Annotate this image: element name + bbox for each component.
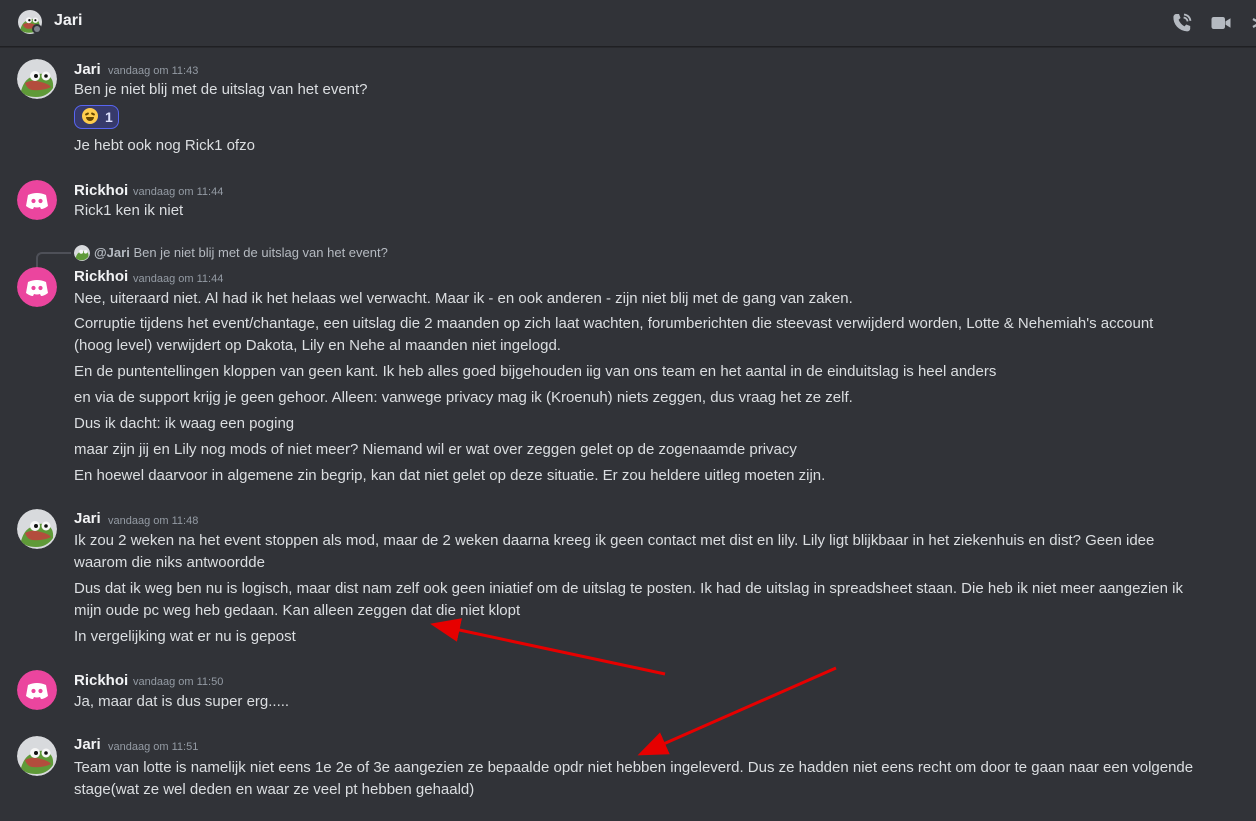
message-line: stage(wat ze wel deden en waar ze veel p… (74, 781, 475, 798)
channel-header: Jari (0, 0, 1256, 47)
rickhoi-avatar[interactable] (17, 180, 57, 220)
message-line: Je hebt ook nog Rick1 ofzo (74, 137, 255, 154)
reaction-count: 1 (105, 109, 113, 125)
message-timestamp: vandaag om 11:43 (108, 65, 199, 77)
rickhoi-avatar[interactable] (17, 670, 57, 710)
message-timestamp: vandaag om 11:51 (108, 741, 199, 753)
message-line: Ja, maar dat is dus super erg..... (74, 693, 290, 710)
joy-emoji-icon (82, 108, 98, 124)
message-line: En de puntentellingen kloppen van geen k… (74, 363, 997, 380)
call-icon[interactable] (1170, 11, 1194, 35)
jari-avatar[interactable] (17, 509, 57, 549)
author-name[interactable]: Rickhoi (74, 672, 128, 689)
message-timestamp: vandaag om 11:50 (133, 676, 224, 688)
author-name[interactable]: Jari (74, 510, 101, 527)
reply-preview[interactable]: @Jari Ben je niet blij met de uitslag va… (94, 245, 388, 260)
status-indicator (32, 24, 42, 34)
reply-text: Ben je niet blij met de uitslag van het … (133, 245, 388, 260)
message-line: Dus ik dacht: ik waag een poging (74, 415, 295, 432)
reaction-button[interactable]: 1 (74, 105, 119, 129)
jari-avatar[interactable] (17, 736, 57, 776)
channel-title: Jari (54, 12, 83, 29)
rickhoi-avatar[interactable] (17, 267, 57, 307)
message-line: mijn oude pc weg heb gedaan. Kan alleen … (74, 602, 521, 619)
author-name[interactable]: Rickhoi (74, 182, 128, 199)
author-name[interactable]: Jari (74, 736, 101, 753)
message-line: (hoog level) verwijdert op Dakota, Lily … (74, 337, 561, 354)
message-line: Ben je niet blij met de uitslag van het … (74, 81, 368, 98)
message-line: waarom die niks antwoordde (74, 554, 265, 571)
message-timestamp: vandaag om 11:44 (133, 273, 224, 285)
message-line: Nee, uiteraard niet. Al had ik het helaa… (74, 290, 853, 307)
author-name[interactable]: Rickhoi (74, 268, 128, 285)
message-timestamp: vandaag om 11:48 (108, 515, 199, 527)
reply-jari-avatar[interactable] (74, 245, 90, 261)
message-timestamp: vandaag om 11:44 (133, 186, 224, 198)
more-options-icon[interactable] (1248, 11, 1256, 35)
message-line: en via de support krijg je geen gehoor. … (74, 389, 853, 406)
message-line: Rick1 ken ik niet (74, 202, 184, 219)
message-line: Team van lotte is namelijk niet eens 1e … (74, 759, 1194, 776)
author-name[interactable]: Jari (74, 61, 101, 78)
message-line: Ik zou 2 weken na het event stoppen als … (74, 532, 1155, 549)
video-call-icon[interactable] (1209, 11, 1233, 35)
message-line: maar zijn jij en Lily nog mods of niet m… (74, 441, 797, 458)
message-line: Corruptie tijdens het event/chantage, ee… (74, 315, 1154, 332)
message-line: Dus dat ik weg ben nu is logisch, maar d… (74, 580, 1183, 597)
message-line: In vergelijking wat er nu is gepost (74, 628, 296, 645)
message-list: Jari vandaag om 11:43 Ben je niet blij m… (0, 47, 1256, 821)
reply-mention[interactable]: @Jari (94, 245, 130, 260)
jari-avatar[interactable] (17, 59, 57, 99)
reply-connector (36, 252, 71, 267)
message-line: En hoewel daarvoor in algemene zin begri… (74, 467, 826, 484)
